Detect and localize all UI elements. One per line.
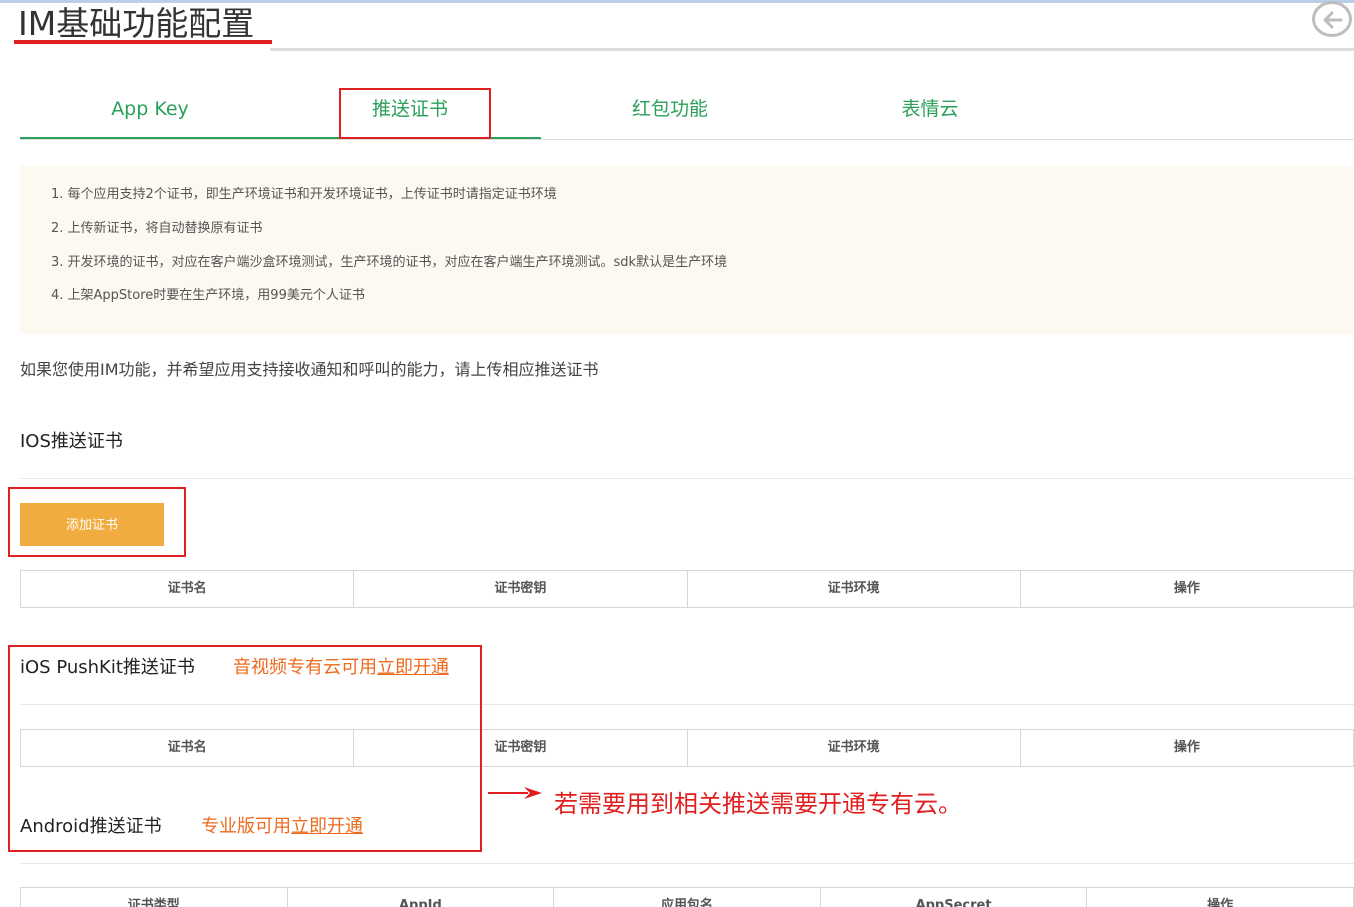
notice-item: 1. 每个应用支持2个证书，即生产环境证书和开发环境证书，上传证书时请指定证书环… [51, 187, 557, 202]
annotation-box-push-tab [339, 88, 491, 139]
notice-item: 3. 开发环境的证书，对应在客户端沙盒环境测试，生产环境的证书，对应在客户端生产… [51, 255, 728, 270]
section-divider [20, 478, 1354, 479]
column-cert-name: 证书名 [21, 571, 355, 607]
notice-item: 4. 上架AppStore时要在生产环境，用99美元个人证书 [51, 288, 365, 303]
ios-cert-table-header: 证书名 证书密钥 证书环境 操作 [20, 570, 1354, 608]
column-package-name: 应用包名 [554, 888, 821, 907]
tab-emoji-cloud[interactable]: 表情云 [800, 86, 1060, 138]
column-actions: 操作 [1207, 898, 1234, 907]
column-cert-key: 证书密钥 [354, 571, 688, 607]
config-tabs: App Key 推送证书 红包功能 表情云 [20, 86, 1354, 140]
title-highlight-underline [14, 40, 272, 44]
back-button[interactable] [1312, 1, 1352, 37]
column-app-id: AppId [288, 888, 555, 907]
ios-section-title: IOS推送证书 [20, 431, 123, 452]
title-divider [270, 48, 1354, 51]
annotation-arrow-icon [488, 787, 542, 799]
arrow-left-circle-icon [1323, 11, 1343, 29]
column-cert-env: 证书环境 [688, 571, 1021, 607]
tab-app-key[interactable]: App Key [20, 86, 280, 138]
notice-item: 2. 上传新证书，将自动替换原有证书 [51, 221, 263, 236]
annotation-box-add-cert [8, 487, 186, 557]
notice-panel: 1. 每个应用支持2个证书，即生产环境证书和开发环境证书，上传证书时请指定证书环… [20, 166, 1354, 334]
column-cert-type: 证书类型 [21, 888, 288, 907]
intro-text: 如果您使用IM功能，并希望应用支持接收通知和呼叫的能力，请上传相应推送证书 [20, 360, 599, 379]
section-divider [20, 863, 1354, 864]
android-cert-table-header: 证书类型 AppId 应用包名 AppSecret 操作 [20, 887, 1354, 907]
annotation-text: 若需要用到相关推送需要开通专有云。 [554, 790, 962, 818]
annotation-box-private-cloud [8, 645, 482, 852]
tab-red-packet[interactable]: 红包功能 [540, 86, 800, 138]
column-actions: 操作 [1173, 740, 1200, 755]
column-actions: 操作 [1173, 581, 1200, 596]
column-app-secret: AppSecret [821, 888, 1088, 907]
column-cert-env: 证书环境 [688, 730, 1021, 766]
